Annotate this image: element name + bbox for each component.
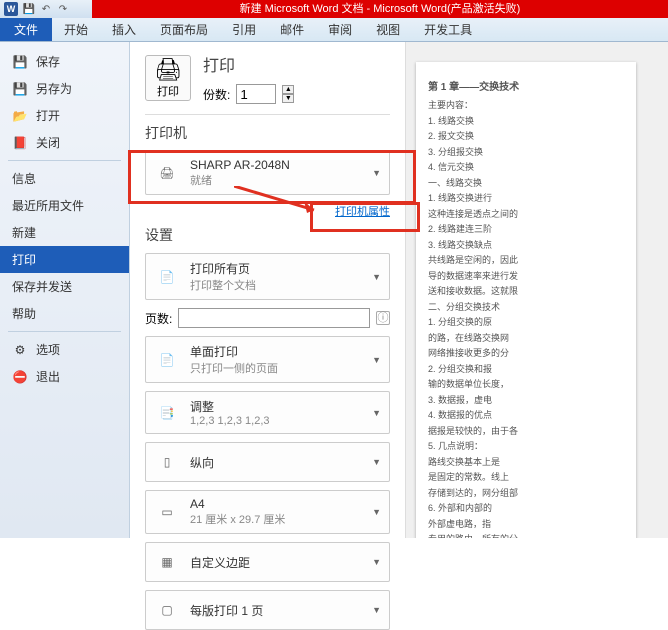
copies-spinner[interactable]: ▲▼ — [282, 85, 294, 103]
printer-icon: 🖨 — [154, 57, 182, 83]
backstage-sidebar: 💾保存 💾另存为 📂打开 📕关闭 信息 最近所用文件 新建 打印 保存并发送 帮… — [0, 42, 130, 538]
preview-page: 第 1 章——交换技术 主要内容：1. 线路交换2. 报文交换3. 分组报交换4… — [416, 62, 636, 538]
pages-label: 页数: — [145, 310, 172, 327]
sidebar-options[interactable]: ⚙选项 — [0, 336, 129, 363]
save-icon: 💾 — [12, 54, 28, 70]
copies-label: 份数: — [203, 86, 230, 103]
sheet-icon: ▢ — [154, 597, 180, 623]
file-tab[interactable]: 文件 — [0, 18, 52, 41]
word-icon: W — [4, 2, 18, 16]
tab-review[interactable]: 审阅 — [316, 18, 364, 41]
chevron-down-icon: ▼ — [372, 408, 381, 418]
collate[interactable]: 📑 调整1,2,3 1,2,3 1,2,3 ▼ — [145, 391, 390, 434]
paper-size[interactable]: ▭ A421 厘米 x 29.7 厘米 ▼ — [145, 490, 390, 534]
chevron-down-icon: ▼ — [372, 355, 381, 365]
sidebar-recent[interactable]: 最近所用文件 — [0, 192, 129, 219]
save-icon[interactable]: 💾 — [22, 2, 36, 16]
pages-input[interactable] — [178, 308, 370, 328]
print-range[interactable]: 📄 打印所有页打印整个文档 ▼ — [145, 253, 390, 300]
annotation-box-properties — [310, 202, 420, 232]
window-title: 新建 Microsoft Word 文档 - Microsoft Word(产品… — [92, 0, 668, 18]
sidebar-send[interactable]: 保存并发送 — [0, 273, 129, 300]
info-icon[interactable]: ⓘ — [376, 311, 390, 325]
tab-view[interactable]: 视图 — [364, 18, 412, 41]
saveas-icon: 💾 — [12, 81, 28, 97]
tab-references[interactable]: 引用 — [220, 18, 268, 41]
chevron-down-icon: ▼ — [372, 457, 381, 467]
exit-icon: ⛔ — [12, 369, 28, 385]
sidebar-help[interactable]: 帮助 — [0, 300, 129, 327]
sidebar-info[interactable]: 信息 — [0, 165, 129, 192]
print-button[interactable]: 🖨 打印 — [145, 55, 191, 101]
options-icon: ⚙ — [12, 342, 28, 358]
annotation-box-printer — [128, 150, 416, 204]
sidebar-print[interactable]: 打印 — [0, 246, 129, 273]
quick-access-toolbar: 💾 ↶ ↷ — [22, 2, 70, 16]
chevron-down-icon: ▼ — [372, 557, 381, 567]
open-icon: 📂 — [12, 108, 28, 124]
sidebar-saveas[interactable]: 💾另存为 — [0, 75, 129, 102]
sidebar-new[interactable]: 新建 — [0, 219, 129, 246]
paper-icon: ▭ — [154, 499, 180, 525]
document-icon: 📄 — [154, 264, 180, 290]
portrait-icon: ▯ — [154, 449, 180, 475]
copies-input[interactable] — [236, 84, 276, 104]
tab-developer[interactable]: 开发工具 — [412, 18, 484, 41]
chevron-down-icon: ▼ — [372, 605, 381, 615]
print-panel: 🖨 打印 打印 份数: ▲▼ 打印机 ⓘ 🖨 SHARP A — [130, 42, 405, 538]
collate-icon: 📑 — [154, 400, 180, 426]
margins-icon: ▦ — [154, 549, 180, 575]
undo-icon[interactable]: ↶ — [39, 2, 53, 16]
sidebar-exit[interactable]: ⛔退出 — [0, 363, 129, 390]
print-preview: 第 1 章——交换技术 主要内容：1. 线路交换2. 报文交换3. 分组报交换4… — [405, 42, 668, 538]
margins[interactable]: ▦ 自定义边距 ▼ — [145, 542, 390, 582]
tab-insert[interactable]: 插入 — [100, 18, 148, 41]
chevron-down-icon: ▼ — [372, 272, 381, 282]
chevron-down-icon: ▼ — [372, 507, 381, 517]
orientation[interactable]: ▯ 纵向 ▼ — [145, 442, 390, 482]
pages-per-sheet[interactable]: ▢ 每版打印 1 页 ▼ — [145, 590, 390, 630]
one-sided[interactable]: 📄 单面打印只打印一侧的页面 ▼ — [145, 336, 390, 383]
sidebar-close[interactable]: 📕关闭 — [0, 129, 129, 156]
sidebar-open[interactable]: 📂打开 — [0, 102, 129, 129]
sidebar-save[interactable]: 💾保存 — [0, 48, 129, 75]
tab-mailings[interactable]: 邮件 — [268, 18, 316, 41]
tab-layout[interactable]: 页面布局 — [148, 18, 220, 41]
print-title: 打印 — [203, 52, 294, 76]
page-icon: 📄 — [154, 347, 180, 373]
close-icon: 📕 — [12, 135, 28, 151]
redo-icon[interactable]: ↷ — [56, 2, 70, 16]
printer-section-title: 打印机 — [145, 123, 390, 143]
tab-home[interactable]: 开始 — [52, 18, 100, 41]
ribbon: 文件 开始 插入 页面布局 引用 邮件 审阅 视图 开发工具 — [0, 18, 668, 42]
